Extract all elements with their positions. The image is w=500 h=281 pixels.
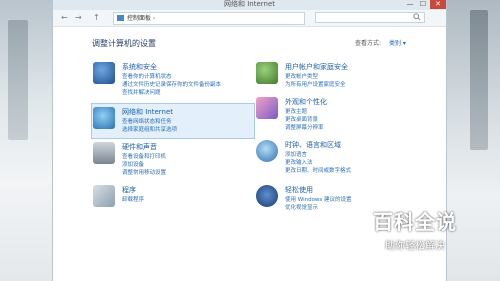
category-link[interactable]: 查看你的计算机状态 — [122, 72, 172, 80]
category-link[interactable]: 更改帐户类型 — [285, 72, 318, 80]
category-link[interactable]: 更改主题 — [285, 107, 307, 115]
forward-button[interactable]: → — [75, 13, 82, 22]
watermark: 百科全说 助你轻松解决 — [360, 206, 470, 252]
category-link[interactable]: 更改桌面背景 — [285, 115, 318, 123]
category-link[interactable]: 添加语言 — [285, 150, 307, 158]
category-link[interactable]: 更改输入法 — [285, 158, 313, 166]
category-link[interactable]: 查看网络状态和任务 — [122, 117, 172, 125]
view-by-label: 查看方式: — [355, 40, 382, 47]
maximize-button[interactable]: ☐ — [417, 0, 429, 9]
desktop-background-left — [0, 0, 52, 281]
printer-icon — [93, 142, 115, 164]
page-title: 调整计算机的设置 — [92, 39, 156, 48]
category-link[interactable]: 更改日期、时间或数字格式 — [285, 166, 351, 174]
address-bar: ← → ↑ 控制面板 › — [53, 10, 446, 27]
category-link[interactable]: 查看设备和打印机 — [122, 152, 166, 160]
network-globe-icon — [93, 107, 115, 129]
clock-globe-icon — [256, 140, 278, 162]
category-link[interactable]: 通过文件历史记录保存你的文件备份副本 — [122, 80, 221, 88]
watermark-subtitle: 助你轻松解决 — [385, 241, 445, 252]
programs-icon — [93, 185, 115, 207]
close-button[interactable]: ✕ — [430, 0, 446, 9]
search-box[interactable] — [315, 12, 425, 23]
category-link[interactable]: 为所有用户设置家庭安全 — [285, 80, 346, 88]
appearance-icon — [256, 97, 278, 119]
back-button[interactable]: ← — [61, 13, 68, 22]
address-field[interactable]: 控制面板 › — [113, 12, 305, 25]
category-title[interactable]: 程序 — [122, 185, 136, 195]
shield-icon — [93, 62, 115, 84]
category-title[interactable]: 轻松使用 — [285, 185, 313, 195]
view-by: 查看方式: 类别 ▾ — [355, 38, 406, 47]
address-path: 控制面板 — [127, 15, 152, 22]
category-link[interactable]: 使用 Windows 建议的设置 — [285, 195, 352, 203]
control-panel-icon — [117, 15, 124, 21]
window-title: 网络和 Internet — [223, 0, 276, 8]
watermark-title: 百科全说 — [373, 210, 457, 234]
category-title[interactable]: 网络和 Internet — [122, 107, 173, 117]
minimize-button[interactable]: — — [404, 0, 416, 9]
category-title[interactable]: 系统和安全 — [122, 62, 157, 72]
category-title[interactable]: 用户帐户和家庭安全 — [285, 62, 348, 72]
category-link[interactable]: 卸载程序 — [122, 195, 144, 203]
up-button[interactable]: ↑ — [93, 13, 100, 22]
category-title[interactable]: 外观和个性化 — [285, 97, 327, 107]
title-bar: 网络和 Internet — ☐ ✕ — [53, 0, 446, 10]
category-link[interactable]: 调整常用移动设置 — [122, 168, 166, 176]
category-title[interactable]: 硬件和声音 — [122, 142, 157, 152]
category-link[interactable]: 添加设备 — [122, 160, 144, 168]
category-link[interactable]: 选择家庭组和共享选项 — [122, 125, 177, 133]
accessibility-icon — [256, 185, 278, 207]
users-icon — [256, 62, 278, 84]
view-by-dropdown[interactable]: 类别 ▾ — [389, 40, 406, 47]
category-link[interactable]: 查找并解决问题 — [122, 88, 161, 96]
category-link[interactable]: 优化视觉显示 — [285, 203, 318, 211]
category-title[interactable]: 时钟、语言和区域 — [285, 140, 341, 150]
search-icon — [413, 13, 421, 21]
category-link[interactable]: 调整屏幕分辨率 — [285, 123, 324, 131]
